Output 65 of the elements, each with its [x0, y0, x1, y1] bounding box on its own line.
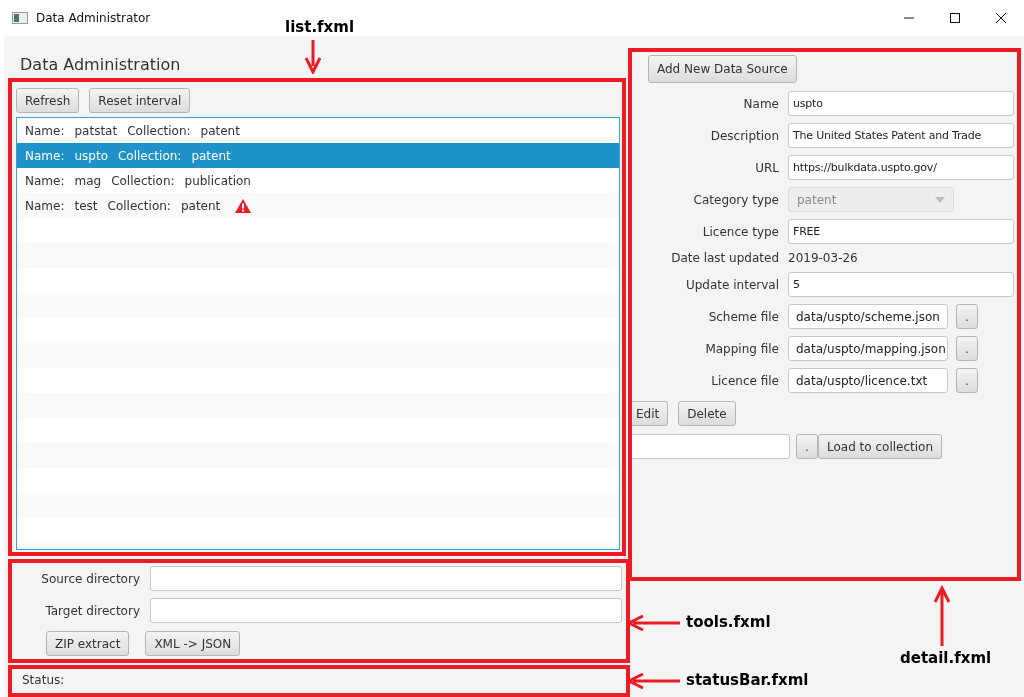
field-label: Source directory — [40, 571, 140, 586]
input-field[interactable]: https://bulkdata.uspto.gov/ — [788, 155, 1014, 180]
window-title: Data Administrator — [36, 11, 151, 25]
input-field[interactable]: The United States Patent and Trade — [788, 123, 1014, 148]
collection-value: patent — [191, 148, 231, 163]
input-field[interactable]: data/uspto/mapping.json — [788, 336, 948, 361]
add-source-button[interactable]: Add New Data Source — [648, 55, 797, 83]
toolbar-button[interactable]: Reset interval — [89, 88, 191, 113]
input-field[interactable] — [150, 566, 622, 591]
close-icon — [996, 13, 1006, 23]
name-value: uspto — [74, 148, 108, 163]
name-label: Name: — [25, 198, 65, 213]
input-field[interactable] — [150, 598, 622, 623]
field-label: Licence type — [701, 224, 780, 239]
annotation-label: statusBar.fxml — [686, 671, 809, 689]
field-label: Scheme file — [707, 309, 780, 324]
collection-label: Collection: — [107, 198, 171, 213]
browse-button[interactable]: . — [796, 434, 818, 459]
browse-button[interactable]: . — [956, 304, 978, 329]
input-field[interactable] — [632, 434, 790, 459]
toolbar-button[interactable]: Refresh — [16, 88, 80, 113]
tool-button[interactable]: ZIP extract — [46, 631, 130, 656]
input-field[interactable]: 5 — [788, 272, 1014, 297]
field-label: Update interval — [684, 277, 780, 292]
load-button[interactable]: Load to collection — [818, 434, 943, 459]
annotation-label: tools.fxml — [686, 613, 771, 631]
input-field[interactable]: data/uspto/licence.txt — [788, 368, 948, 393]
collection-label: Collection: — [127, 123, 191, 138]
collection-label: Collection: — [118, 148, 182, 163]
annotation-label: detail.fxml — [900, 649, 992, 667]
dropdown-caret-icon — [935, 196, 945, 203]
input-field[interactable]: data/uspto/scheme.json — [788, 304, 948, 329]
field-label: Name — [742, 96, 780, 111]
field-label: Description — [709, 128, 780, 143]
browse-button[interactable]: . — [956, 336, 978, 361]
field-label: Date last updated — [670, 251, 780, 265]
name-value: mag — [74, 173, 102, 188]
app-icon — [12, 12, 28, 24]
collection-label: Collection: — [111, 173, 175, 188]
tool-button[interactable]: XML -> JSON — [145, 631, 241, 656]
field-label: Category type — [692, 192, 780, 207]
name-value: test — [74, 198, 98, 213]
browse-button[interactable]: . — [956, 368, 978, 393]
collection-value: patent — [180, 198, 221, 213]
arrow — [305, 38, 321, 74]
collection-value: patent — [200, 123, 240, 138]
field-label: Target directory — [44, 603, 140, 618]
input-field[interactable]: uspto — [788, 91, 1014, 116]
field-label: URL — [754, 160, 780, 175]
action-button[interactable]: Delete — [678, 401, 736, 426]
date-value: 2019-03-26 — [788, 251, 859, 265]
name-label: Name: — [25, 123, 65, 138]
status-label: Status: — [22, 673, 65, 687]
input-field[interactable]: FREE — [788, 219, 1014, 244]
page-heading: Data Administration — [20, 55, 181, 74]
name-label: Name: — [25, 148, 65, 163]
collection-value: publication — [184, 173, 251, 188]
name-value: patstat — [74, 123, 118, 138]
name-label: Name: — [25, 173, 65, 188]
action-button[interactable]: Edit — [632, 401, 669, 426]
arrow — [934, 584, 950, 648]
field-label: Licence file — [710, 373, 780, 388]
annotation-label: list.fxml — [285, 18, 355, 36]
field-label: Mapping file — [704, 341, 780, 356]
maximize-icon — [950, 13, 960, 23]
